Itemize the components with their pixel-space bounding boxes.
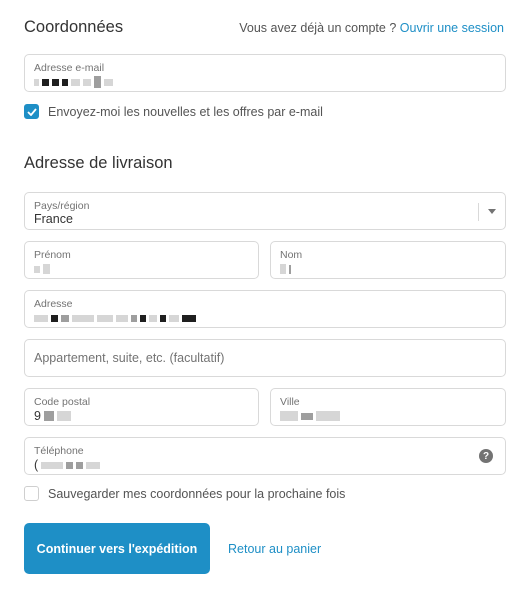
back-to-cart-link[interactable]: Retour au panier: [228, 542, 321, 556]
first-name-value-redacted: [34, 262, 50, 276]
continue-to-shipping-button[interactable]: Continuer vers l'expédition: [24, 523, 210, 574]
first-name-field[interactable]: Prénom: [24, 241, 259, 279]
select-divider: [478, 203, 479, 221]
email-field[interactable]: Adresse e-mail: [24, 54, 506, 92]
newsletter-checkbox-row[interactable]: Envoyez-moi les nouvelles et les offres …: [24, 104, 323, 119]
newsletter-checkbox[interactable]: [24, 104, 39, 119]
check-icon: [26, 107, 37, 116]
login-link[interactable]: Ouvrir une session: [400, 21, 504, 35]
save-info-checkbox-row[interactable]: Sauvegarder mes coordonnées pour la proc…: [24, 486, 345, 501]
last-name-field[interactable]: Nom: [270, 241, 506, 279]
save-info-label: Sauvegarder mes coordonnées pour la proc…: [48, 486, 346, 501]
address-field[interactable]: Adresse: [24, 290, 506, 328]
email-value-redacted: [34, 75, 113, 89]
postal-code-field[interactable]: Code postal 9: [24, 388, 259, 426]
phone-field[interactable]: Téléphone ( ?: [24, 437, 506, 475]
city-value-redacted: [280, 409, 340, 423]
country-select[interactable]: Pays/région France: [24, 192, 506, 230]
shipping-section-title: Adresse de livraison: [24, 154, 173, 172]
address-value-redacted: [34, 311, 196, 325]
login-prompt: Vous avez déjà un compte ? Ouvrir une se…: [239, 21, 504, 35]
postal-code-label: Code postal: [34, 396, 91, 408]
question-circle-icon[interactable]: ?: [479, 449, 493, 463]
last-name-label: Nom: [280, 249, 303, 261]
phone-value: (: [34, 458, 101, 472]
last-name-value-redacted: [280, 262, 291, 276]
newsletter-label: Envoyez-moi les nouvelles et les offres …: [48, 104, 323, 119]
postal-code-value: 9: [34, 409, 71, 423]
city-field[interactable]: Ville: [270, 388, 506, 426]
country-value: France: [34, 212, 73, 226]
phone-partial: (: [34, 458, 39, 472]
email-label: Adresse e-mail: [34, 62, 105, 74]
apartment-placeholder: Appartement, suite, etc. (facultatif): [34, 351, 225, 365]
address-label: Adresse: [34, 298, 73, 310]
contact-section-title: Coordonnées: [24, 18, 124, 36]
first-name-label: Prénom: [34, 249, 71, 261]
save-info-checkbox[interactable]: [24, 486, 39, 501]
postal-code-partial: 9: [34, 409, 41, 423]
login-prompt-text: Vous avez déjà un compte ?: [239, 21, 397, 35]
phone-label: Téléphone: [34, 445, 84, 457]
country-label: Pays/région: [34, 200, 90, 212]
chevron-down-icon: [488, 209, 496, 214]
apartment-field[interactable]: Appartement, suite, etc. (facultatif): [24, 339, 506, 377]
city-label: Ville: [280, 396, 300, 408]
